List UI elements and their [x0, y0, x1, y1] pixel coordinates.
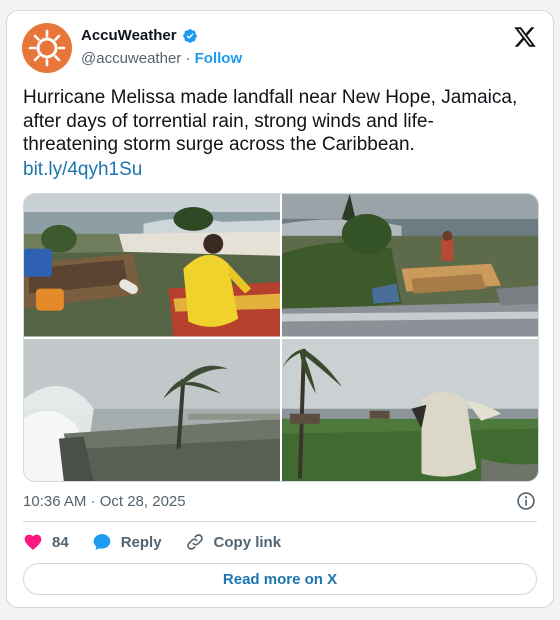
tweet-timestamp[interactable]: 10:36 AM · Oct 28, 2025 — [23, 493, 186, 510]
author-name-row: AccuWeather — [81, 27, 198, 44]
media-grid — [23, 193, 539, 482]
copy-link-label: Copy link — [213, 533, 282, 551]
x-logo-icon[interactable] — [513, 25, 537, 49]
reply-bubble-icon — [92, 532, 112, 552]
like-button[interactable]: 84 — [23, 532, 69, 552]
photo-damaged-shoreline-debris[interactable] — [282, 194, 538, 337]
divider — [23, 521, 537, 522]
reply-label: Reply — [120, 533, 162, 551]
tweet-link[interactable]: bit.ly/4qyh1Su — [23, 158, 142, 182]
tweet-card: AccuWeather @accuweather · Follow Hurric… — [6, 10, 554, 608]
photo-person-in-poncho-palm-tree[interactable] — [282, 338, 538, 481]
author-handle-row: @accuweather · Follow — [81, 50, 242, 67]
reply-button[interactable]: Reply — [92, 532, 162, 552]
photo-man-yellow-raincoat-boats[interactable] — [24, 194, 280, 337]
verified-badge-icon — [182, 28, 198, 44]
action-bar: 84 Reply Copy link — [23, 532, 304, 552]
accuweather-sun-logo-icon — [27, 28, 67, 68]
author-avatar[interactable] — [22, 23, 72, 73]
separator-dot: · — [185, 50, 191, 67]
read-more-button[interactable]: Read more on X — [23, 563, 537, 595]
link-icon — [185, 532, 205, 552]
copy-link-button[interactable]: Copy link — [185, 532, 282, 552]
like-count: 84 — [52, 533, 69, 551]
tweet-body: Hurricane Melissa made landfall near New… — [23, 86, 528, 181]
author-display-name[interactable]: AccuWeather — [81, 27, 177, 44]
info-icon[interactable] — [516, 491, 536, 511]
tweet-text: Hurricane Melissa made landfall near New… — [23, 87, 518, 155]
heart-icon — [23, 532, 43, 552]
photo-waves-crashing-seawall[interactable] — [24, 338, 280, 481]
follow-button[interactable]: Follow — [195, 50, 243, 67]
author-handle[interactable]: @accuweather — [81, 50, 181, 67]
